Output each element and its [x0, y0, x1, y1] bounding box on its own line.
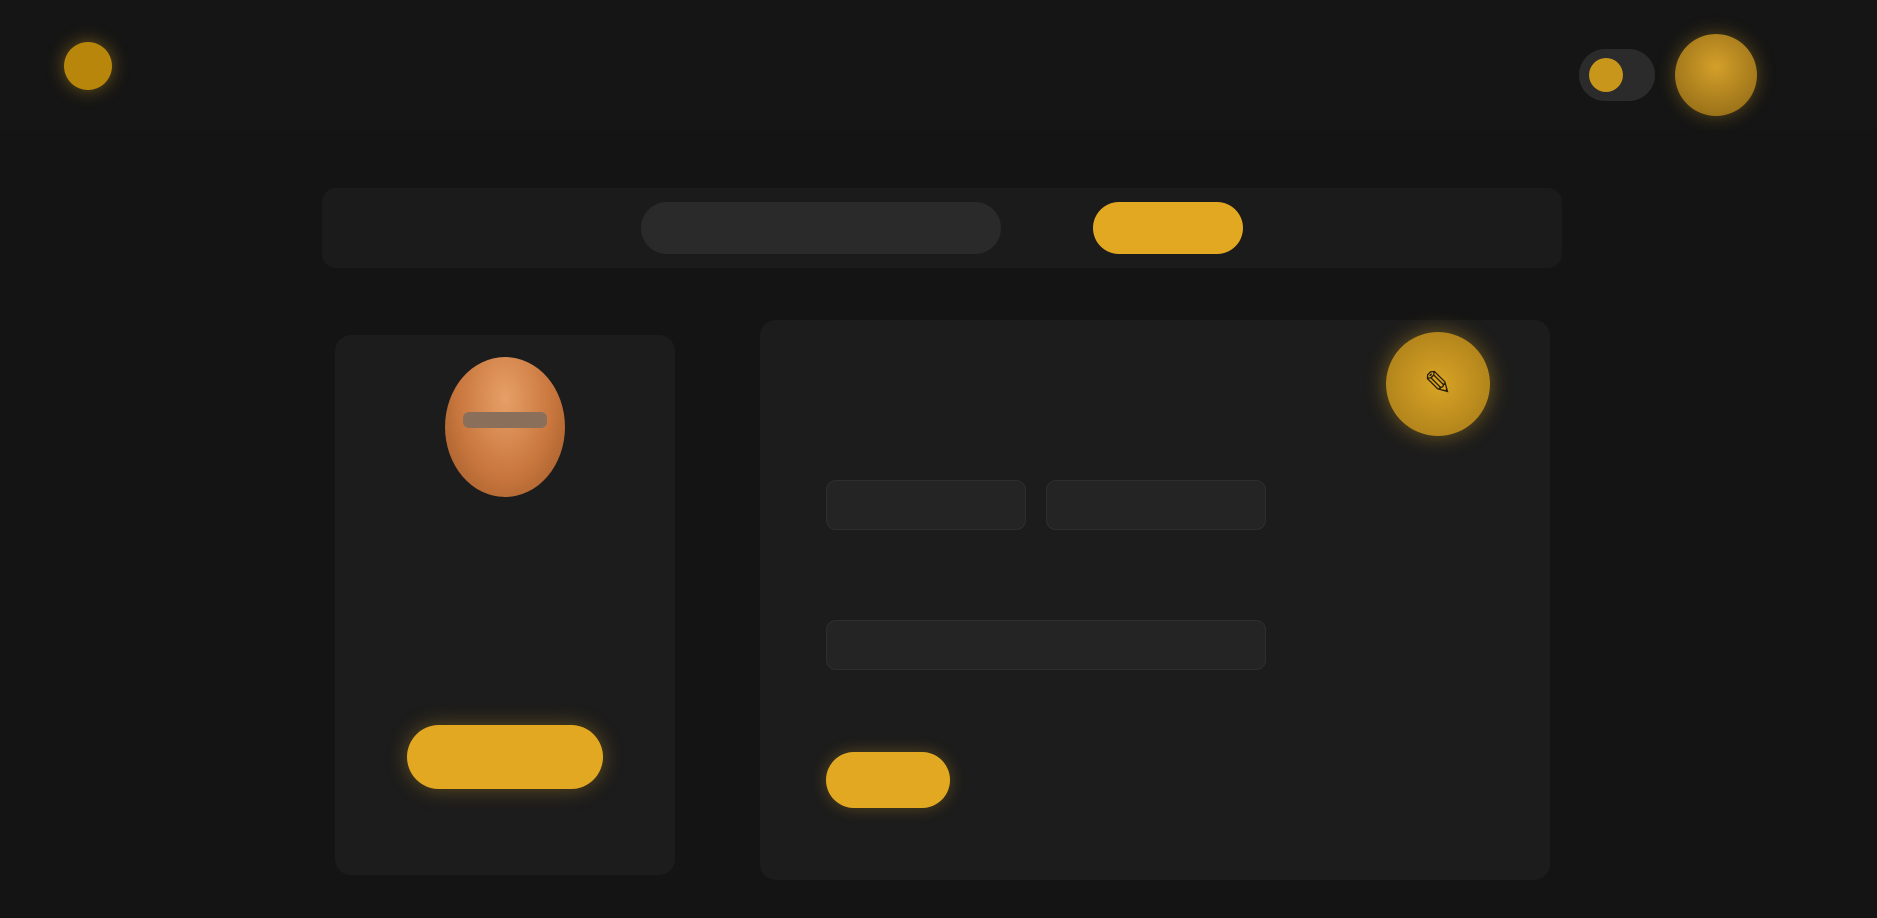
avatar-glasses [463, 412, 547, 428]
profile-primary-button[interactable] [407, 725, 603, 789]
user-avatar[interactable] [1675, 34, 1757, 116]
profile-card [335, 335, 675, 875]
field2-row [826, 620, 1266, 670]
tab-3-active[interactable] [1093, 202, 1244, 254]
tab-4[interactable] [1336, 202, 1486, 254]
tab-bar [322, 188, 1562, 268]
action-button[interactable] [826, 752, 950, 808]
top-right-controls [1579, 34, 1757, 116]
field1-row [826, 480, 1266, 530]
logo-icon[interactable] [64, 42, 112, 90]
tab-1[interactable] [398, 202, 548, 254]
field1-input-b[interactable] [1046, 480, 1266, 530]
details-card: ✎ [760, 320, 1550, 880]
profile-avatar [445, 357, 565, 497]
balance-pill[interactable] [1579, 49, 1655, 101]
field2-input[interactable] [826, 620, 1266, 670]
top-bar [0, 0, 1877, 130]
field1-input-a[interactable] [826, 480, 1026, 530]
coin-icon [1589, 58, 1623, 92]
edit-icon[interactable]: ✎ [1386, 332, 1490, 436]
tab-2[interactable] [640, 202, 1001, 254]
